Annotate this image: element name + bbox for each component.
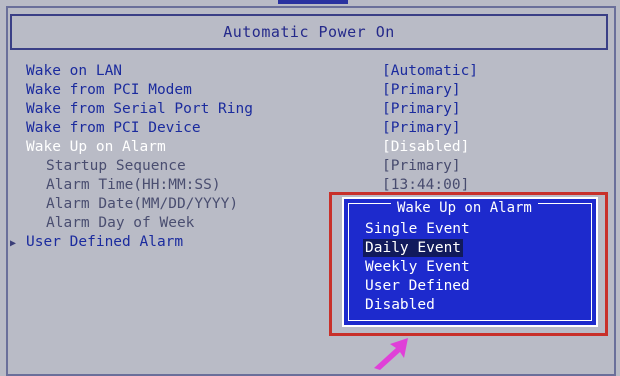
popup-title: Wake Up on Alarm	[391, 201, 538, 215]
setting-wake-serial-ring-value[interactable]: [Primary]	[382, 101, 461, 117]
setting-alarm-date-label[interactable]: Alarm Date(MM/DD/YYYY)	[46, 196, 238, 212]
setting-wake-serial-ring-label[interactable]: Wake from Serial Port Ring	[26, 101, 253, 117]
submenu-arrow-icon: ▶	[10, 238, 17, 249]
setting-startup-sequence-label[interactable]: Startup Sequence	[46, 158, 186, 174]
wake-up-on-alarm-popup[interactable]: Wake Up on Alarm Single Event Daily Even…	[342, 197, 598, 327]
annotation-arrow-icon	[374, 338, 408, 370]
setting-wake-on-lan-label[interactable]: Wake on LAN	[26, 63, 122, 79]
popup-inner-border: Wake Up on Alarm Single Event Daily Even…	[348, 201, 592, 321]
page-title: Automatic Power On	[223, 23, 395, 41]
popup-option-disabled[interactable]: Disabled	[363, 296, 437, 314]
setting-wake-pci-device-label[interactable]: Wake from PCI Device	[26, 120, 201, 136]
popup-option-weekly-event[interactable]: Weekly Event	[363, 258, 472, 276]
setting-wake-up-on-alarm-value[interactable]: [Disabled]	[382, 139, 469, 155]
setting-wake-pci-modem-label[interactable]: Wake from PCI Modem	[26, 82, 192, 98]
setting-wake-pci-device-value[interactable]: [Primary]	[382, 120, 461, 136]
setting-alarm-time-value[interactable]: [13:44:00]	[382, 177, 469, 193]
popup-option-daily-event[interactable]: Daily Event	[363, 239, 464, 257]
setting-wake-pci-modem-value[interactable]: [Primary]	[382, 82, 461, 98]
popup-option-single-event[interactable]: Single Event	[363, 220, 472, 238]
setting-alarm-day-of-week-label[interactable]: Alarm Day of Week	[46, 215, 194, 231]
setting-alarm-time-label[interactable]: Alarm Time(HH:MM:SS)	[46, 177, 221, 193]
setting-wake-up-on-alarm-label[interactable]: Wake Up on Alarm	[26, 139, 166, 155]
page-title-box: Automatic Power On	[10, 14, 608, 50]
popup-option-user-defined[interactable]: User Defined	[363, 277, 472, 295]
top-tab-indicator	[278, 0, 348, 4]
setting-startup-sequence-value[interactable]: [Primary]	[382, 158, 461, 174]
setting-wake-on-lan-value[interactable]: [Automatic]	[382, 63, 478, 79]
setting-user-defined-alarm-label[interactable]: User Defined Alarm	[26, 234, 183, 250]
